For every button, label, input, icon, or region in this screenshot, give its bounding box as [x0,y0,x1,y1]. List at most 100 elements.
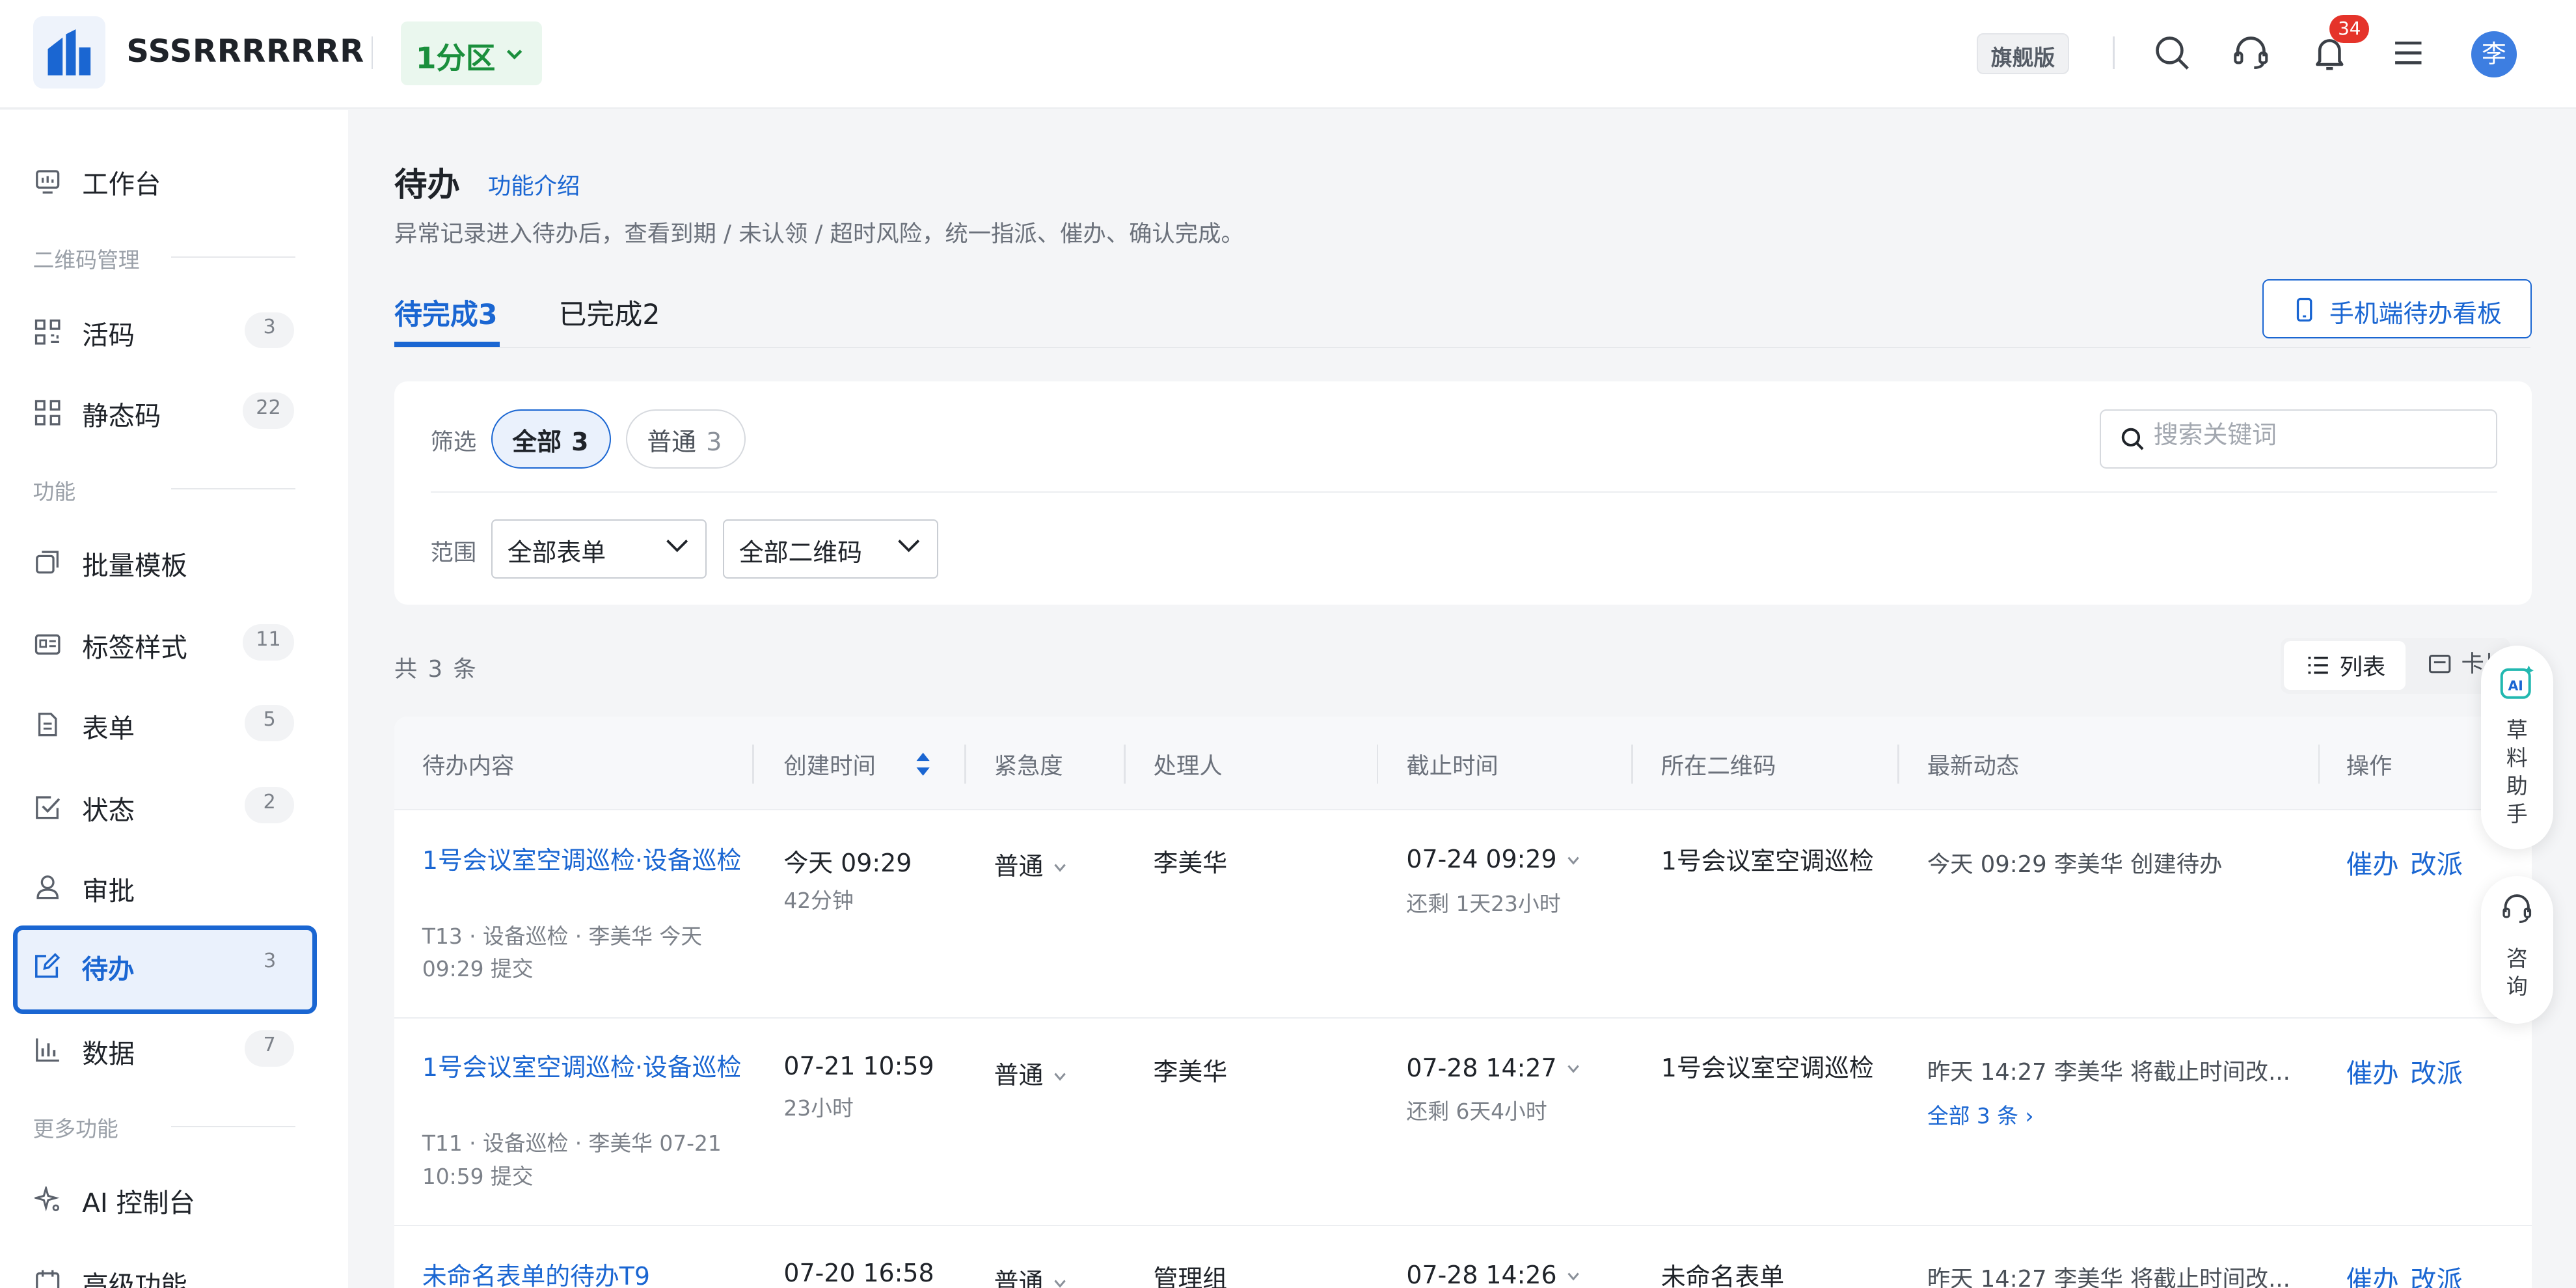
count-badge: 11 [243,624,294,661]
column-header: 截止时间 [1406,752,1498,780]
created-time: 今天 09:29 [783,849,912,878]
sidebar-item-static-code[interactable]: 静态码 22 [13,372,317,454]
deadline-value: 07-28 14:27 [1406,1053,1557,1082]
sidebar-item-label: 批量模板 [82,549,187,581]
column-header-sortable[interactable]: 创建时间 [783,748,875,781]
created-ago: 23小时 [783,1095,854,1121]
filter-chip-all[interactable]: 全部 3 [491,409,612,469]
count-badge: 7 [245,1030,294,1067]
ai-assistant-widget[interactable]: AI 草 料 助 手 [2480,646,2553,850]
urge-button[interactable]: 催办 [2346,1259,2399,1288]
sidebar-item-label: 状态 [82,794,135,826]
urge-button[interactable]: 催办 [2346,843,2399,881]
form-scope-select[interactable]: 全部表单 [491,519,707,579]
deadline-select[interactable]: 07-28 14:26 [1406,1261,1579,1288]
table-row[interactable]: 1号会议室空调巡检·设备巡检 T13 · 设备巡检 · 李美华 今天 09:29… [394,810,2532,1019]
id-card-icon [34,634,61,655]
view-all-activity-link[interactable]: 全部 3 条 › [1927,1099,2034,1130]
sort-icon[interactable] [915,751,931,777]
column-separator [1631,744,1633,784]
select-value: 全部二维码 [739,538,863,567]
assistant-char: 草 [2506,717,2528,743]
feature-intro-link[interactable]: 功能介绍 [488,168,580,201]
sidebar-item-status[interactable]: 状态 2 [13,766,317,848]
sidebar-item-label-style[interactable]: 标签样式 11 [13,603,317,685]
search-box[interactable] [2099,409,2497,469]
sidebar-item-data[interactable]: 数据 7 [13,1009,317,1091]
mobile-board-button[interactable]: 手机端待办看板 [2262,279,2532,339]
filter-chip-normal[interactable]: 普通 3 [626,409,746,469]
todo-meta: T11 · 设备巡检 · 李美华 07-21 10:59 提交 [422,1131,722,1189]
active-tab-indicator [394,342,500,347]
sidebar-item-approval[interactable]: 审批 [13,846,317,928]
app-logo[interactable] [33,16,105,89]
sidebar-item-ai-console[interactable]: AI 控制台 [13,1158,317,1240]
table-header: 待办内容 创建时间 紧急度 处理人 截止时间 所在二维码 最新动态 操作 [394,716,2532,810]
deadline-select[interactable]: 07-28 14:27 [1406,1054,1579,1082]
deadline-value: 07-24 09:29 [1406,844,1557,873]
urge-button[interactable]: 催办 [2346,1052,2399,1090]
card-icon [2428,654,2451,674]
sidebar-item-batch-template[interactable]: 批量模板 [13,521,317,603]
latest-activity: 今天 09:29 李美华 创建待办 [1927,851,2223,879]
urgency-select[interactable]: 普通 [994,1055,1066,1091]
sidebar-item-form[interactable]: 表单 5 [13,683,317,765]
tab-done[interactable]: 已完成2 [559,292,660,333]
menu-icon[interactable] [2389,33,2428,73]
table-row[interactable]: 未命名表单的待办T9 07-20 16:58 普通 管理组 07-28 14:2… [394,1226,2532,1288]
sidebar-item-todo[interactable]: 待办 3 [13,925,318,1014]
select-value: 全部表单 [507,538,606,567]
urgency-select[interactable]: 普通 [994,1262,1066,1288]
chevron-down-icon [666,539,688,553]
handler: 李美华 [1153,1057,1228,1086]
sidebar-item-label: 数据 [82,1037,135,1069]
search-icon[interactable] [2152,33,2192,73]
phone-icon [2297,297,2312,322]
consult-widget[interactable]: 咨 询 [2480,875,2553,1024]
qr-scope-select[interactable]: 全部二维码 [723,519,938,579]
edition-badge[interactable]: 旗舰版 [1976,33,2070,74]
filter-divider [430,491,2497,493]
edit-icon [35,953,61,978]
qr-location: 1号会议室空调巡检 [1661,1053,1874,1082]
sparkle-icon [34,1186,60,1212]
todo-table: 待办内容 创建时间 紧急度 处理人 截止时间 所在二维码 最新动态 操作 1号会… [394,716,2532,1288]
count-badge: 22 [243,392,294,429]
search-input[interactable] [2153,420,2482,449]
sidebar-group-qr: 二维码管理 [33,247,140,273]
reassign-button[interactable]: 改派 [2410,843,2463,881]
chevron-down-icon [1053,1280,1066,1288]
chip-label: 全部 [512,428,562,457]
table-row[interactable]: 1号会议室空调巡检·设备巡检 T11 · 设备巡检 · 李美华 07-21 10… [394,1019,2532,1226]
sidebar-group-more: 更多功能 [33,1117,118,1142]
urgency-select[interactable]: 普通 [994,846,1066,882]
user-avatar[interactable]: 李 [2471,31,2517,77]
list-view-label: 列表 [2339,654,2386,681]
count-badge: 3 [264,949,277,972]
document-icon [38,713,57,737]
headset-icon[interactable] [2231,33,2271,73]
header-divider [371,36,373,70]
chevron-down-icon [1567,1065,1579,1074]
sidebar-group-function: 功能 [33,479,76,504]
list-view-button[interactable]: 列表 [2283,640,2406,691]
reassign-button[interactable]: 改派 [2410,1259,2463,1288]
page-title: 待办 [394,165,460,204]
region-switcher[interactable]: 1分区 [401,21,543,86]
count-badge: 5 [245,705,294,741]
tab-pending[interactable]: 待完成3 [394,292,498,333]
sidebar-item-advanced[interactable]: 高级功能 [13,1240,317,1288]
column-header: 操作 [2346,752,2393,780]
sidebar-item-live-code[interactable]: 活码 3 [13,291,317,373]
column-separator [1124,744,1126,784]
time-remaining: 还剩 6天4小时 [1406,1099,1547,1124]
sidebar-item-workbench[interactable]: 工作台 [13,140,317,222]
copy-icon [36,551,59,574]
sidebar-item-label: 标签样式 [82,632,187,664]
deadline-select[interactable]: 07-24 09:29 [1406,845,1579,873]
sidebar-item-label: 高级功能 [82,1269,187,1288]
reassign-button[interactable]: 改派 [2410,1052,2463,1090]
todo-title-link[interactable]: 未命名表单的待办T9 [422,1257,742,1288]
todo-title-link[interactable]: 1号会议室空调巡检·设备巡检 [422,842,742,879]
todo-title-link[interactable]: 1号会议室空调巡检·设备巡检 [422,1048,742,1086]
